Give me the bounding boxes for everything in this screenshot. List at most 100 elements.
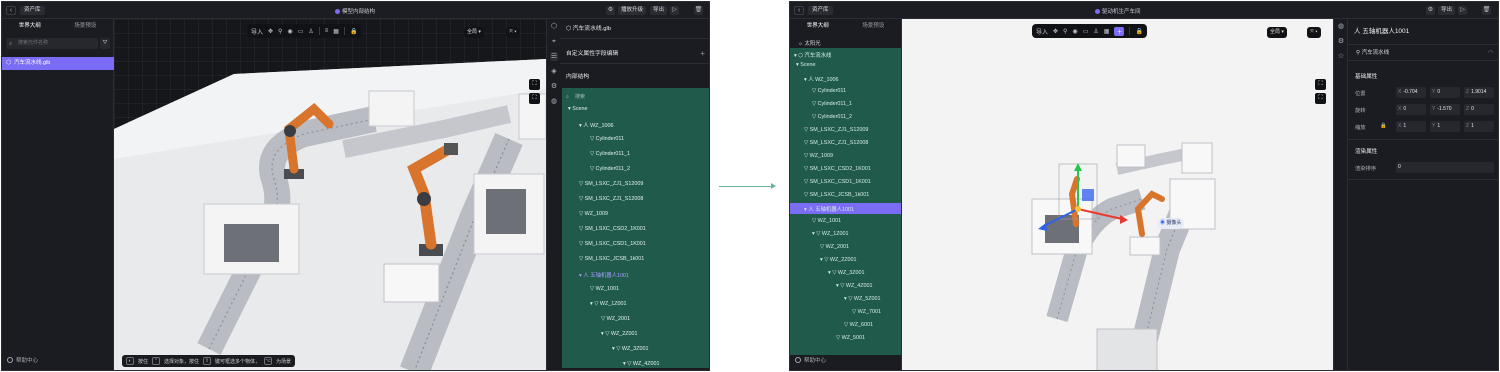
position-z[interactable]: Z 1.9014 [1464,87,1494,98]
tab-world-outline[interactable]: 世界大纲 [790,19,846,34]
tree-item[interactable]: ▾ 人 五轴机器人1001 [579,271,629,279]
tree-item[interactable]: ▽ WZ_2001 [601,316,630,322]
position-x[interactable]: X -0.704 [1396,87,1426,98]
settings-icon[interactable]: ⚙ [1426,6,1435,15]
delete-icon[interactable]: 🗑 [1482,6,1491,15]
tree-item[interactable]: ▽ SM_LSXC_ZJ1_S12008 [579,196,643,202]
tree-item[interactable]: ▾ Scene [568,106,588,112]
tree-item[interactable]: ▽ SM_LSXC_JCSB_1k001 [579,256,644,262]
tree-item[interactable]: ▽ Cylinder011 [812,88,846,94]
grid-icon[interactable]: ▦ [1104,28,1110,35]
add-camera-icon[interactable]: ＋ [1114,26,1125,36]
pin-icon[interactable]: ⚲ [1063,28,1067,35]
tree-item[interactable]: ▾ 人 WZ_1006 [579,121,613,129]
tree-item[interactable]: ▾ ▽ WZ_3Z001 [828,270,865,276]
tree-item[interactable]: ▽ SM_LSXC_CSD2_1K001 [579,226,646,232]
star-icon[interactable]: ☆ [1337,53,1345,61]
tree-item[interactable]: ▽ WZ_1001 [590,286,619,292]
tree-item[interactable]: ▽ SM_LSXC_JCSB_1k001 [804,192,869,198]
tree-item[interactable]: ▽ SM_LSXC_CSD1_1K001 [804,179,871,185]
camera-tag[interactable]: ◉ 摄像头 [1157,218,1185,229]
tree-item[interactable]: ▽ WZ_5001 [836,335,865,341]
gizmo-select[interactable]: ⤧ ▾ [1307,27,1321,38]
grid-icon[interactable]: ▦ [333,28,339,35]
tree-item[interactable]: ▾ 人 WZ_1006 [804,75,838,83]
tree-item[interactable]: ▽ SM_LSXC_CSD2_1K001 [804,166,871,172]
file-item[interactable]: ⬡ 汽车流水线.glb [2,57,114,70]
help-center[interactable]: 帮助中心 [795,356,826,364]
tab-scene-preset[interactable]: 场景预设 [58,19,114,34]
3d-viewport[interactable]: 导入 ✥ ⚲ ◉ ▭ ♙ ≡ ▦ 🔒 全局 ▾ ⤧ ▾ ⛶ ⛶ ◐ 按住 ⌃ 选… [114,19,546,370]
scale-x[interactable]: X1 [1396,121,1426,132]
position-y[interactable]: Y0 [1430,87,1460,98]
fullscreen-icon[interactable]: ⛶ [529,79,540,90]
tree-item[interactable]: ▾ ▽ WZ_3Z001 [612,346,649,352]
search-input[interactable]: ⌕ 搜索元件名称 [6,38,98,49]
gizmo-select[interactable]: ⤧ ▾ [506,27,520,38]
select-icon[interactable]: ⌖ [550,38,558,46]
tree-item[interactable]: ▽ WZ_6001 [844,322,873,328]
tree-item[interactable]: ▽ WZ_2001 [820,244,849,250]
move-tool-icon[interactable]: ✥ [1053,28,1058,35]
breadcrumb[interactable]: 资产库 [20,6,45,15]
layers-icon[interactable]: ◈ [550,68,558,76]
import-button[interactable]: 导入 [1036,27,1048,36]
tree-item[interactable]: ▾ ▽ WZ_4Z001 [836,283,873,289]
tree-item[interactable]: ▽ SM_LSXC_ZJ1_S12009 [579,181,643,187]
gear-icon[interactable]: ⚙ [1337,38,1345,46]
world-icon[interactable]: ◍ [550,98,558,106]
tree-item[interactable]: ▽ WZ_7001 [852,309,881,315]
add-icon[interactable]: + [700,44,705,64]
play-icon[interactable]: ▷ [670,6,679,15]
breadcrumb[interactable]: 资产库 [808,6,833,15]
tree-item[interactable]: ▾ 人 五轴机器人1001 [804,205,854,213]
focus-icon[interactable]: ⛶ [529,93,540,104]
rotation-x[interactable]: X0 [1396,104,1426,115]
tree-item[interactable]: ▽ SM_LSXC_CSD1_1K001 [579,241,646,247]
tree-item[interactable]: ▽ WZ_1009 [579,211,608,217]
tree-item[interactable]: ▾ ▽ WZ_4Z001 [623,361,660,367]
tree-item[interactable]: ▽ Cylinder011_1 [590,151,630,157]
video-icon[interactable]: ▭ [298,28,304,35]
tree-item[interactable]: ▽ Cylinder011_2 [812,114,852,120]
scale-z[interactable]: Z1 [1464,121,1494,132]
list-icon[interactable]: ☰ [550,53,558,61]
fullscreen-icon[interactable]: ⛶ [1315,79,1326,90]
light-icon[interactable]: ♙ [308,28,313,35]
back-button[interactable]: ‹ [794,6,804,15]
location-icon[interactable]: ◉ [1072,28,1077,35]
render-order-input[interactable]: 0 [1396,162,1494,173]
delete-icon[interactable]: 🗑 [694,6,703,15]
tree-item[interactable]: ▽ Cylinder011_1 [812,101,852,107]
tree-search-input[interactable]: ⌕ 搜索 [566,92,705,102]
filter-icon[interactable]: ⛛ [100,38,110,49]
lock-icon[interactable]: 🔒 [1380,123,1387,129]
video-icon[interactable]: ▭ [1083,28,1089,35]
light-icon[interactable]: ♙ [1093,28,1098,35]
tree-item[interactable]: ▽ Cylinder011 [590,136,624,142]
help-center[interactable]: 帮助中心 [7,356,38,364]
focus-icon[interactable]: ⛶ [1315,93,1326,104]
play-icon[interactable]: ▷ [1458,6,1467,15]
settings-icon[interactable]: ⚙ [606,6,615,15]
export-button[interactable]: 导出 [1438,6,1456,15]
custom-attr-row[interactable]: 自定义属性字段编辑 + [560,44,709,64]
tab-world-outline[interactable]: 世界大纲 [2,19,58,34]
lock-icon[interactable]: 🔒 [350,28,357,35]
rotation-y[interactable]: Y -1.570 [1430,104,1460,115]
tree-item[interactable]: ▾ ▽ WZ_2Z001 [601,331,638,337]
tree-item[interactable]: ▾ Scene [796,62,816,68]
play-upgrade-button[interactable]: 播放升级 [618,6,647,15]
tree-item[interactable]: ▾ ▽ WZ_2Z001 [820,257,857,263]
align-icon[interactable]: ≡ [325,28,329,34]
tree-item[interactable]: ▽ Cylinder011_2 [590,166,630,172]
tree-item[interactable]: ▽ SM_LSXC_ZJ1_S12008 [804,140,868,146]
tree-item[interactable]: ▽ WZ_1001 [812,218,841,224]
export-button[interactable]: 导出 [650,6,668,15]
root-item[interactable]: ▾ ⬡ 汽车流水线 [794,51,831,59]
tree-item[interactable]: ▽ WZ_1009 [804,153,833,159]
tab-scene-preset[interactable]: 场景预设 [846,19,902,34]
back-button[interactable]: ‹ [6,6,16,15]
3d-viewport[interactable]: 导入 ✥ ⚲ ◉ ▭ ♙ ▦ ＋ 🔒 全局 ▾ ⤧ ▾ ⛶ ⛶ ◉ 摄像头 [902,19,1347,370]
rotation-z[interactable]: Z0 [1464,104,1494,115]
